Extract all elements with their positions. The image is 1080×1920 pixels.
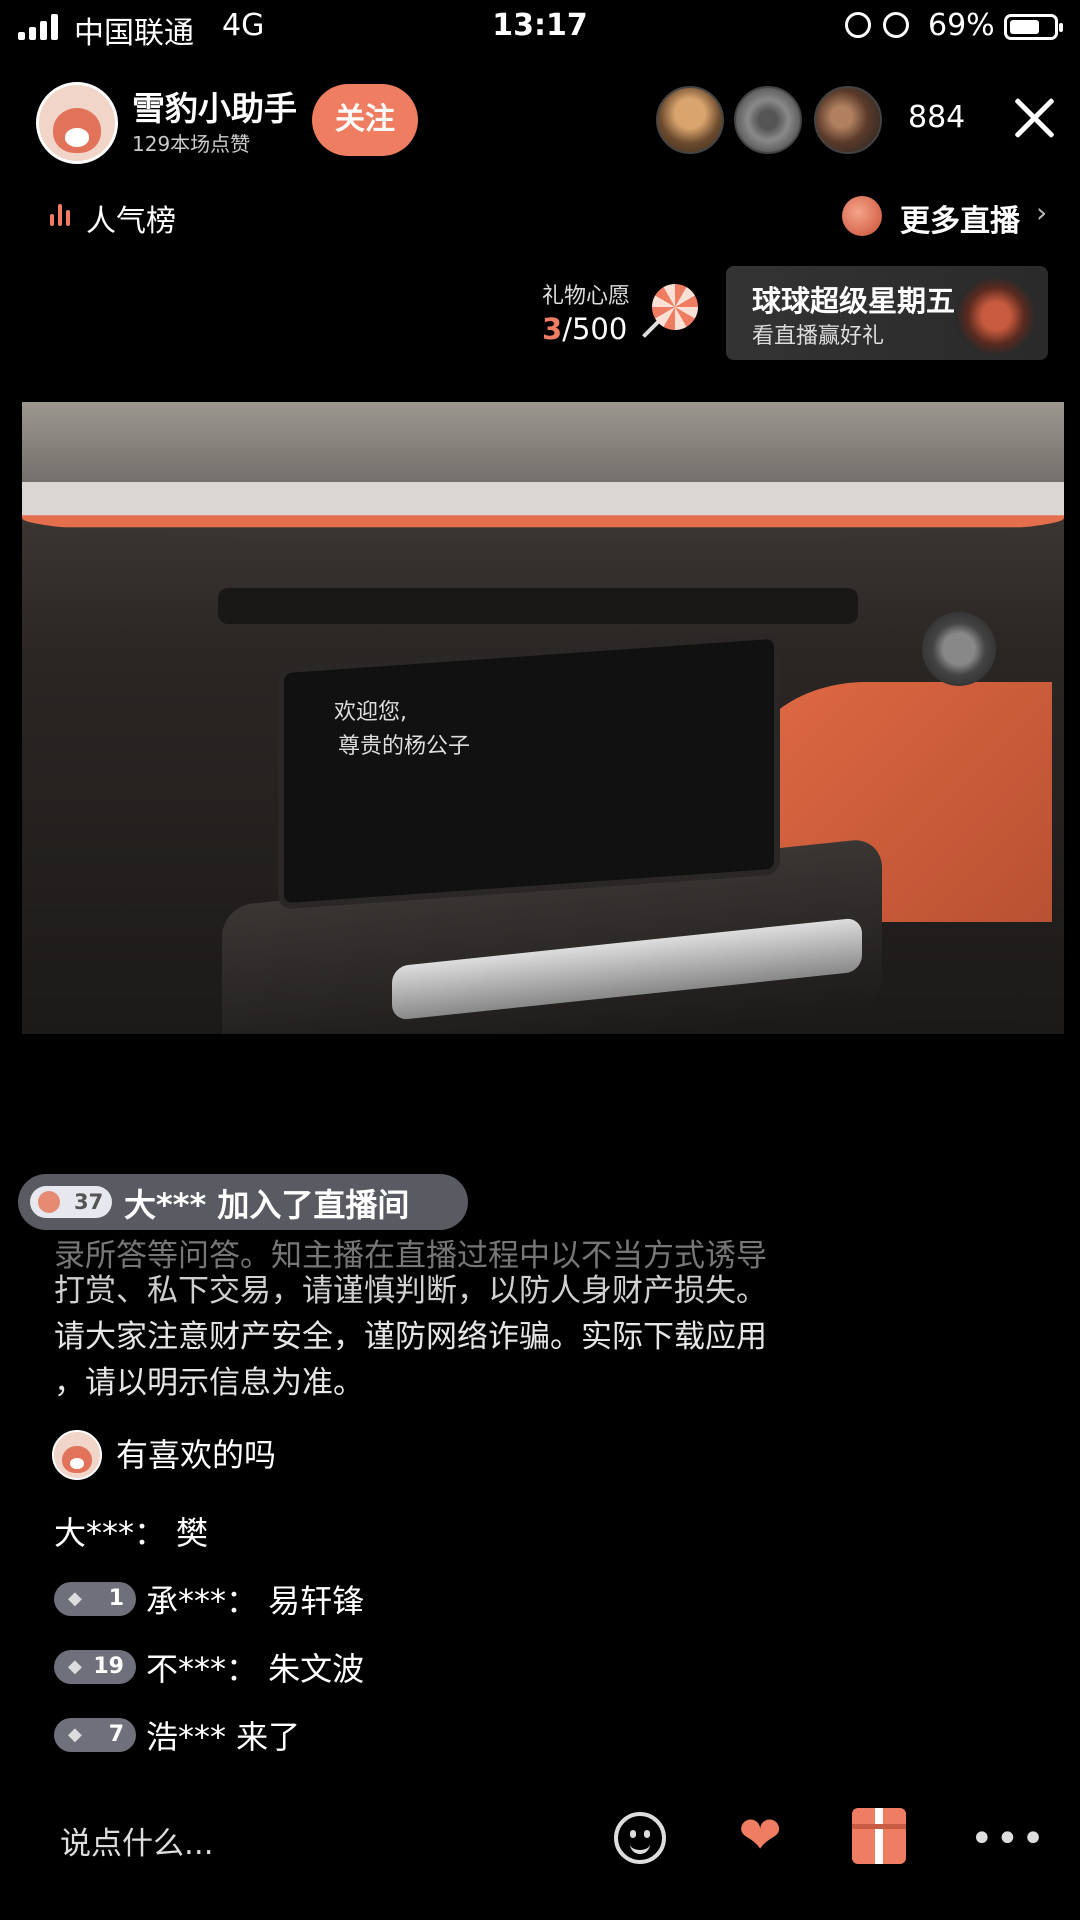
level-badge: 1 xyxy=(54,1582,136,1616)
screen-greeting-name: 尊贵的杨公子 xyxy=(338,734,471,759)
notice-text: 请大家注意财产安全，谨防网络诈骗。实际下载应用 xyxy=(54,1319,767,1355)
windshield xyxy=(22,402,1064,492)
more-live-link[interactable]: 更多直播 xyxy=(900,196,1020,240)
comment-input[interactable]: 说点什么... xyxy=(60,1818,214,1863)
chat-message[interactable]: 不***： 朱文波 xyxy=(146,1644,364,1690)
gift-wish-progress[interactable]: 3/500 xyxy=(542,312,627,346)
chat-message[interactable]: 有喜欢的吗 xyxy=(116,1430,276,1476)
planet-icon[interactable] xyxy=(842,196,882,236)
host-likes: 129本场点赞 xyxy=(132,132,251,156)
battery-level xyxy=(1010,20,1039,34)
host-name[interactable]: 雪豹小助手 xyxy=(132,82,297,130)
close-icon[interactable] xyxy=(1012,96,1056,140)
chevron-right-icon[interactable]: › xyxy=(1036,196,1047,229)
notice-text: 打赏、私下交易，请谨慎判断，以防人身财产损失。 xyxy=(54,1273,767,1309)
screen-greeting: 欢迎您, xyxy=(334,700,407,725)
ranking-icon[interactable] xyxy=(50,204,70,226)
level-badge: 37 xyxy=(30,1186,112,1218)
notice-text: ，请以明示信息为准。 xyxy=(54,1365,364,1401)
follow-button[interactable]: 关注 xyxy=(312,84,418,156)
host-avatar-small[interactable] xyxy=(52,1430,102,1480)
more-icon[interactable]: ••• xyxy=(970,1816,1047,1862)
level-badge: 19 xyxy=(54,1650,136,1684)
join-text: 大*** 加入了直播间 xyxy=(124,1186,410,1224)
promo-badge-icon[interactable] xyxy=(954,278,1038,354)
gift-wish-label[interactable]: 礼物心愿 xyxy=(542,278,630,310)
host-avatar[interactable] xyxy=(36,82,118,164)
promo-title[interactable]: 球球超级星期五 xyxy=(752,278,955,320)
status-icons xyxy=(845,12,909,38)
promo-subtitle[interactable]: 看直播赢好礼 xyxy=(752,318,884,350)
battery-percent: 69% xyxy=(928,8,995,43)
viewer-count[interactable]: 884 xyxy=(908,100,965,135)
alarm-icon xyxy=(883,12,909,38)
viewer-avatar[interactable] xyxy=(656,86,724,154)
heart-icon[interactable]: ❤ xyxy=(730,1810,790,1862)
status-bar: 中国联通 4G 13:17 69% xyxy=(0,0,1080,56)
battery-icon xyxy=(1004,14,1063,40)
air-vent xyxy=(922,612,996,686)
viewer-avatar[interactable] xyxy=(734,86,802,154)
ranking-link[interactable]: 人气榜 xyxy=(86,196,176,240)
dashboard-top xyxy=(22,482,1064,542)
chat-message[interactable]: 承***： 易轩锋 xyxy=(146,1576,364,1622)
clock: 13:17 xyxy=(492,8,588,43)
level-badge: 7 xyxy=(54,1718,136,1752)
chat-message[interactable]: 大***： 樊 xyxy=(54,1508,208,1554)
rotation-lock-icon xyxy=(845,12,871,38)
gift-icon[interactable] xyxy=(852,1808,906,1864)
screen-visor xyxy=(218,588,858,624)
infotainment-screen xyxy=(278,632,780,910)
chat-message[interactable]: 浩*** 来了 xyxy=(146,1712,300,1758)
viewer-avatar[interactable] xyxy=(814,86,882,154)
live-video[interactable]: 欢迎您, 尊贵的杨公子 xyxy=(22,402,1064,1034)
lollipop-icon[interactable] xyxy=(652,284,698,330)
emoji-icon[interactable] xyxy=(614,1812,666,1864)
